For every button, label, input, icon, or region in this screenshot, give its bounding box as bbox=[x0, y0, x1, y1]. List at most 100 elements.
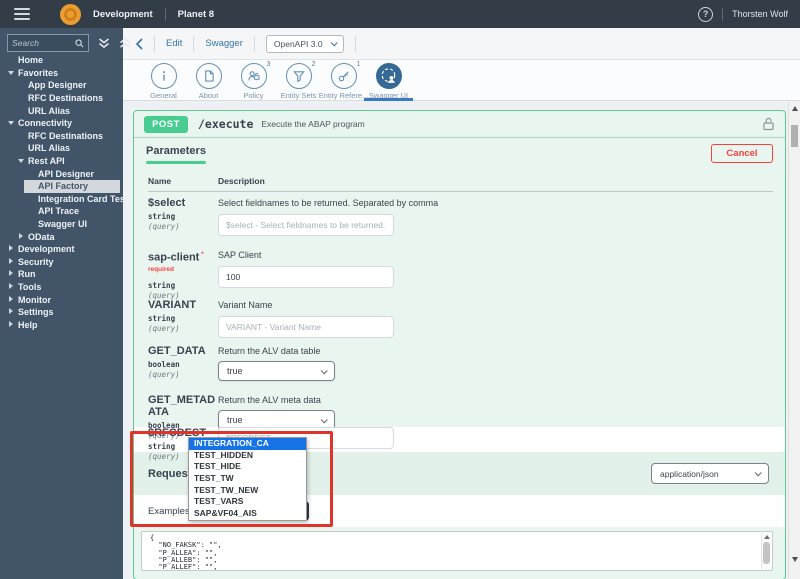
sidebar-item-url-alias[interactable]: URL Alias bbox=[0, 104, 123, 117]
param-location: (query) bbox=[148, 222, 180, 231]
funnel-icon: 2 bbox=[285, 61, 316, 89]
param-row-get-metadata: GET_METADATA boolean (query) Return the ALV… bbox=[134, 389, 785, 440]
get-data-select[interactable]: true bbox=[218, 361, 335, 381]
swagger-button[interactable]: Swagger bbox=[205, 38, 243, 49]
sidebar-item-label: Connectivity bbox=[18, 118, 73, 129]
collapse-all-icon[interactable] bbox=[98, 37, 110, 49]
edit-button[interactable]: Edit bbox=[166, 38, 182, 49]
back-button[interactable] bbox=[135, 37, 143, 50]
scroll-up-icon[interactable] bbox=[764, 535, 770, 539]
tab-badge: 3 bbox=[266, 61, 271, 68]
scroll-down-icon[interactable] bbox=[792, 557, 798, 562]
param-row-get-data: GET_DATA boolean (query) Return the ALV dat… bbox=[134, 340, 785, 389]
param-name-col: GET_METADATA boolean (query) bbox=[148, 389, 218, 440]
sidebar-item-swagger-ui[interactable]: Swagger UI bbox=[0, 218, 123, 231]
opblock-header[interactable]: POST /execute Execute the ABAP program bbox=[134, 111, 785, 138]
sap-client-input[interactable] bbox=[218, 266, 394, 288]
sidebar-item-rfc-destinations[interactable]: RFC Destinations bbox=[0, 92, 123, 105]
code-line: "NO_FAKSK": "", bbox=[150, 541, 222, 550]
user-menu[interactable]: Thorsten Wolf bbox=[732, 9, 788, 19]
tab-label: About bbox=[198, 91, 219, 100]
sidebar-item-url-alias[interactable]: URL Alias bbox=[0, 142, 123, 155]
sidebar-item-connectivity[interactable]: Connectivity bbox=[0, 117, 123, 130]
hamburger-menu-icon[interactable] bbox=[14, 8, 30, 20]
sidebar-item-label: Development bbox=[18, 244, 75, 255]
vertical-scrollbar[interactable] bbox=[788, 101, 800, 579]
sidebar: HomeFavorites App Designer RFC Destination… bbox=[0, 28, 130, 579]
param-desc-col: SAP Client bbox=[218, 244, 785, 294]
tab-about[interactable]: About bbox=[186, 60, 231, 100]
toolbar: Edit Swagger OpenAPI 3.0 bbox=[123, 28, 800, 60]
auth-lock-icon[interactable] bbox=[762, 117, 775, 131]
tab-general[interactable]: General bbox=[141, 60, 186, 100]
code-scrollbar[interactable] bbox=[761, 533, 771, 569]
scrollbar-thumb[interactable] bbox=[791, 125, 798, 147]
info-icon bbox=[150, 63, 177, 89]
sidebar-item-home[interactable]: Home bbox=[0, 54, 123, 67]
dropdown-option-test-tw[interactable]: TEST_TW bbox=[189, 473, 306, 485]
cancel-button[interactable]: Cancel bbox=[711, 143, 773, 163]
param-description: SAP Client bbox=[218, 250, 262, 260]
document-icon bbox=[195, 63, 222, 89]
tab-policy[interactable]: 3 Policy bbox=[231, 60, 276, 100]
sidebar-item-label: Help bbox=[18, 319, 38, 330]
sidebar-item-favorites[interactable]: Favorites bbox=[0, 67, 123, 80]
divider bbox=[253, 35, 255, 52]
sidebar-item-integration-card-test[interactable]: Integration Card Test bbox=[0, 193, 128, 206]
param-row-sap-client: sap-client * required string (query) SAP Cl… bbox=[134, 244, 785, 300]
dropdown-option-test-tw-new[interactable]: TEST_TW_NEW bbox=[189, 485, 306, 497]
sidebar-item-monitor[interactable]: Monitor bbox=[0, 293, 123, 306]
sidebar-item-label: Monitor bbox=[18, 294, 51, 305]
openapi-version-select[interactable]: OpenAPI 3.0 bbox=[265, 34, 344, 53]
param-name: VARIANT bbox=[148, 299, 197, 311]
system-name: Planet 8 bbox=[177, 8, 215, 20]
tab-label: General bbox=[150, 91, 177, 100]
sidebar-item-api-designer[interactable]: API Designer bbox=[0, 167, 123, 180]
sidebar-item-rfc-destinations[interactable]: RFC Destinations bbox=[0, 130, 123, 143]
dropdown-option-integration-ca[interactable]: INTEGRATION_CA bbox=[189, 438, 306, 450]
dropdown-option-test-hide[interactable]: TEST_HIDE bbox=[189, 461, 306, 473]
param-name-col: VARIANT string (query) bbox=[148, 294, 218, 340]
sidebar-item-development[interactable]: Development bbox=[0, 243, 123, 256]
content-type-select[interactable]: application/json bbox=[651, 463, 769, 484]
tab-entity-sets[interactable]: 2 Entity Sets bbox=[276, 60, 321, 100]
help-icon[interactable]: ? bbox=[698, 6, 714, 22]
sidebar-item-help[interactable]: Help bbox=[0, 318, 123, 331]
variant-input[interactable] bbox=[218, 316, 394, 338]
tab-label: Entity Refere... bbox=[318, 91, 369, 100]
sidebar-item-label: Settings bbox=[18, 307, 54, 318]
select-input[interactable] bbox=[218, 214, 394, 236]
sidebar-item-tools[interactable]: Tools bbox=[0, 281, 123, 294]
sidebar-item-settings[interactable]: Settings bbox=[0, 306, 123, 319]
sidebar-item-label: Rest API bbox=[28, 156, 65, 167]
dropdown-option-test-hidden[interactable]: TEST_HIDDEN bbox=[189, 450, 306, 462]
sidebar-item-run[interactable]: Run bbox=[0, 268, 123, 281]
dropdown-option-sap-vf04-ais[interactable]: SAP&VF04_AIS bbox=[189, 508, 306, 520]
expand-all-icon[interactable] bbox=[119, 37, 131, 49]
tab-badge: 2 bbox=[311, 61, 316, 68]
param-description: Select fieldnames to be returned. Separa… bbox=[218, 198, 439, 208]
scrollbar-thumb[interactable] bbox=[763, 542, 770, 564]
tab-entity-refere[interactable]: 1 Entity Refere... bbox=[318, 60, 369, 100]
tab-parameters[interactable]: Parameters bbox=[146, 141, 206, 165]
sidebar-item-app-designer[interactable]: App Designer bbox=[0, 79, 123, 92]
dropdown-option-test-vars[interactable]: TEST_VARS bbox=[189, 496, 306, 508]
search-box bbox=[7, 34, 89, 52]
sidebar-item-odata[interactable]: OData bbox=[0, 230, 123, 243]
tab-swagger-ui[interactable]: Swagger UI bbox=[364, 60, 413, 101]
sidebar-item-label: Integration Card Test bbox=[38, 193, 128, 204]
divider bbox=[193, 35, 195, 52]
chevron-down-icon bbox=[320, 366, 328, 374]
sidebar-tree: Home Favorites App Designer RFC Destination… bbox=[0, 54, 128, 331]
search-input[interactable] bbox=[12, 38, 75, 48]
scroll-up-icon[interactable] bbox=[792, 106, 798, 111]
sidebar-item-api-trace[interactable]: API Trace bbox=[0, 205, 123, 218]
sidebar-item-rest-api[interactable]: Rest API bbox=[0, 155, 123, 168]
openapi-version-value: OpenAPI 3.0 bbox=[273, 38, 323, 49]
select-value: true bbox=[227, 366, 243, 376]
param-row-select: $select string (query) Select fieldnames to… bbox=[134, 192, 785, 244]
params-table-body: $select string (query) Select fieldnames to… bbox=[134, 192, 785, 461]
sidebar-item-api-factory[interactable]: API Factory bbox=[0, 179, 123, 193]
sidebar-item-security[interactable]: Security bbox=[0, 256, 123, 269]
param-name: sap-client * required bbox=[148, 251, 204, 273]
